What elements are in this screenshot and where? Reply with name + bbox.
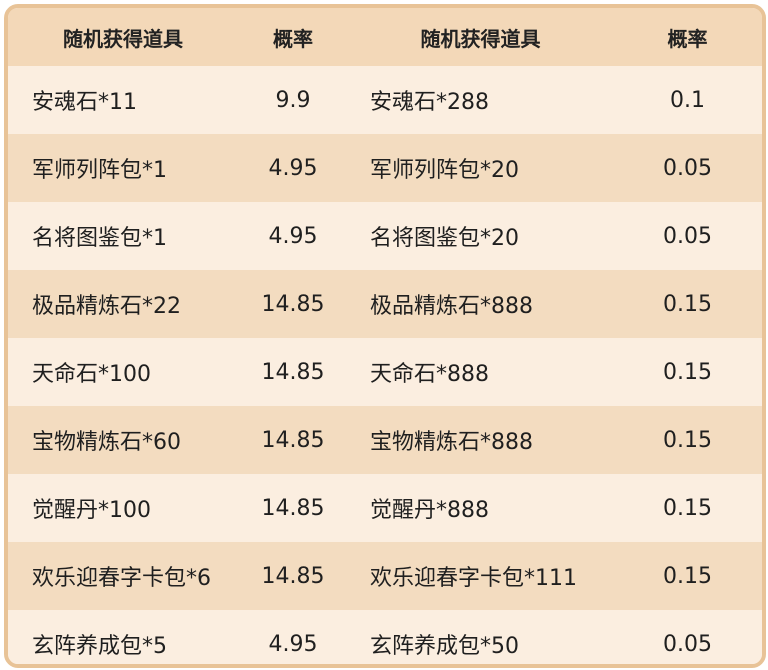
item-right: 军师列阵包*20 bbox=[348, 134, 613, 202]
rate-right: 0.15 bbox=[613, 270, 762, 338]
item-left: 名将图鉴包*1 bbox=[8, 202, 238, 270]
rate-right: 0.15 bbox=[613, 406, 762, 474]
rate-right: 0.15 bbox=[613, 542, 762, 610]
item-right: 天命石*888 bbox=[348, 338, 613, 406]
item-left: 天命石*100 bbox=[8, 338, 238, 406]
rate-right: 0.1 bbox=[613, 66, 762, 134]
rate-right: 0.05 bbox=[613, 610, 762, 664]
header-item-left: 随机获得道具 bbox=[8, 8, 238, 66]
rate-left: 4.95 bbox=[238, 610, 348, 664]
item-right: 宝物精炼石*888 bbox=[348, 406, 613, 474]
rate-right: 0.05 bbox=[613, 134, 762, 202]
rate-left: 14.85 bbox=[238, 338, 348, 406]
rate-right: 0.15 bbox=[613, 474, 762, 542]
rate-left: 9.9 bbox=[238, 66, 348, 134]
item-left: 玄阵养成包*5 bbox=[8, 610, 238, 664]
item-left: 觉醒丹*100 bbox=[8, 474, 238, 542]
header-rate-left: 概率 bbox=[238, 8, 348, 66]
probability-table: 随机获得道具 概率 随机获得道具 概率 安魂石*11 9.9 安魂石*288 0… bbox=[8, 8, 762, 664]
item-left: 欢乐迎春字卡包*6 bbox=[8, 542, 238, 610]
rate-left: 4.95 bbox=[238, 202, 348, 270]
item-right: 安魂石*288 bbox=[348, 66, 613, 134]
table-row: 觉醒丹*100 14.85 觉醒丹*888 0.15 bbox=[8, 474, 762, 542]
item-left: 宝物精炼石*60 bbox=[8, 406, 238, 474]
item-left: 极品精炼石*22 bbox=[8, 270, 238, 338]
item-left: 军师列阵包*1 bbox=[8, 134, 238, 202]
item-left: 安魂石*11 bbox=[8, 66, 238, 134]
table-row: 宝物精炼石*60 14.85 宝物精炼石*888 0.15 bbox=[8, 406, 762, 474]
rate-right: 0.05 bbox=[613, 202, 762, 270]
rate-left: 14.85 bbox=[238, 406, 348, 474]
probability-table-frame: 随机获得道具 概率 随机获得道具 概率 安魂石*11 9.9 安魂石*288 0… bbox=[4, 4, 766, 668]
table-row: 安魂石*11 9.9 安魂石*288 0.1 bbox=[8, 66, 762, 134]
rate-left: 14.85 bbox=[238, 270, 348, 338]
item-right: 名将图鉴包*20 bbox=[348, 202, 613, 270]
table-header-row: 随机获得道具 概率 随机获得道具 概率 bbox=[8, 8, 762, 66]
header-item-right: 随机获得道具 bbox=[348, 8, 613, 66]
item-right: 觉醒丹*888 bbox=[348, 474, 613, 542]
table-row: 军师列阵包*1 4.95 军师列阵包*20 0.05 bbox=[8, 134, 762, 202]
table-row: 名将图鉴包*1 4.95 名将图鉴包*20 0.05 bbox=[8, 202, 762, 270]
rate-left: 4.95 bbox=[238, 134, 348, 202]
table-row: 欢乐迎春字卡包*6 14.85 欢乐迎春字卡包*111 0.15 bbox=[8, 542, 762, 610]
item-right: 欢乐迎春字卡包*111 bbox=[348, 542, 613, 610]
item-right: 玄阵养成包*50 bbox=[348, 610, 613, 664]
table-row: 玄阵养成包*5 4.95 玄阵养成包*50 0.05 bbox=[8, 610, 762, 664]
rate-left: 14.85 bbox=[238, 542, 348, 610]
table-row: 极品精炼石*22 14.85 极品精炼石*888 0.15 bbox=[8, 270, 762, 338]
table-row: 天命石*100 14.85 天命石*888 0.15 bbox=[8, 338, 762, 406]
rate-left: 14.85 bbox=[238, 474, 348, 542]
header-rate-right: 概率 bbox=[613, 8, 762, 66]
rate-right: 0.15 bbox=[613, 338, 762, 406]
item-right: 极品精炼石*888 bbox=[348, 270, 613, 338]
